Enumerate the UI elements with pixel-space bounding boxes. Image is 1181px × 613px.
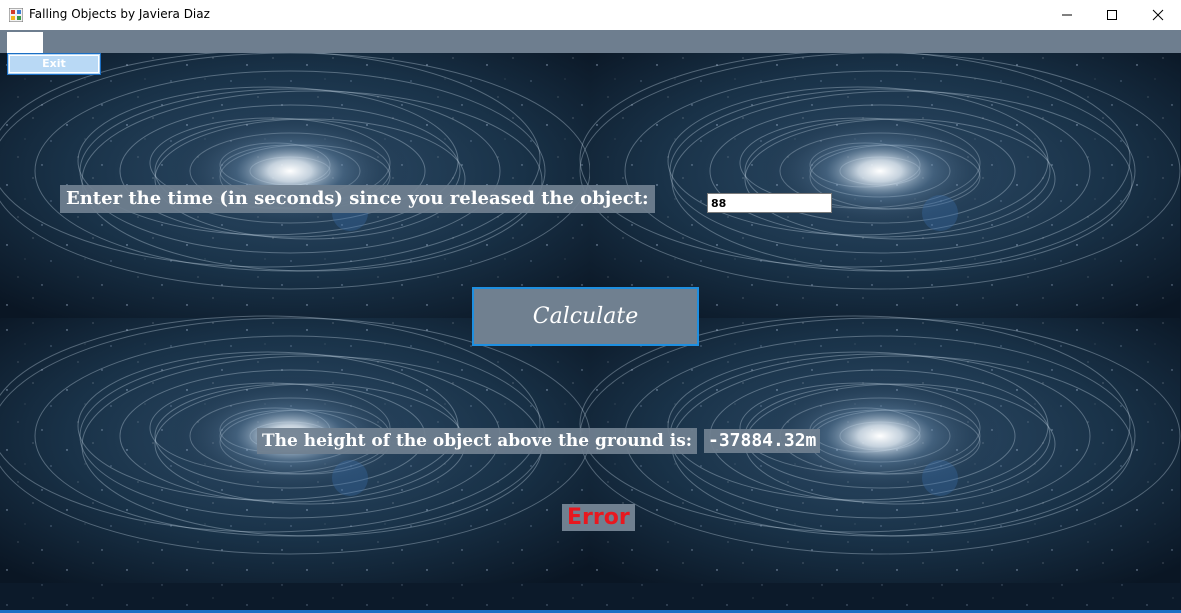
height-result-value: -37884.32m [704,429,821,453]
time-input[interactable] [707,193,832,213]
minimize-button[interactable] [1044,0,1090,30]
app-icon [9,8,23,22]
close-button[interactable] [1135,0,1181,30]
window-title: Falling Objects by Javiera Diaz [29,7,210,21]
maximize-icon [1107,10,1117,20]
exit-button[interactable]: Exit [7,53,101,75]
maximize-button[interactable] [1089,0,1135,30]
menu-strip [0,30,1181,53]
minimize-icon [1062,14,1072,16]
title-bar: Falling Objects by Javiera Diaz [0,0,1181,30]
menu-item[interactable] [7,32,43,53]
time-prompt-label: Enter the time (in seconds) since you re… [60,185,655,213]
height-result-label: The height of the object above the groun… [257,428,698,454]
close-icon [1152,9,1164,21]
error-label: Error [562,504,635,531]
calculate-button[interactable]: Calculate [472,287,699,346]
